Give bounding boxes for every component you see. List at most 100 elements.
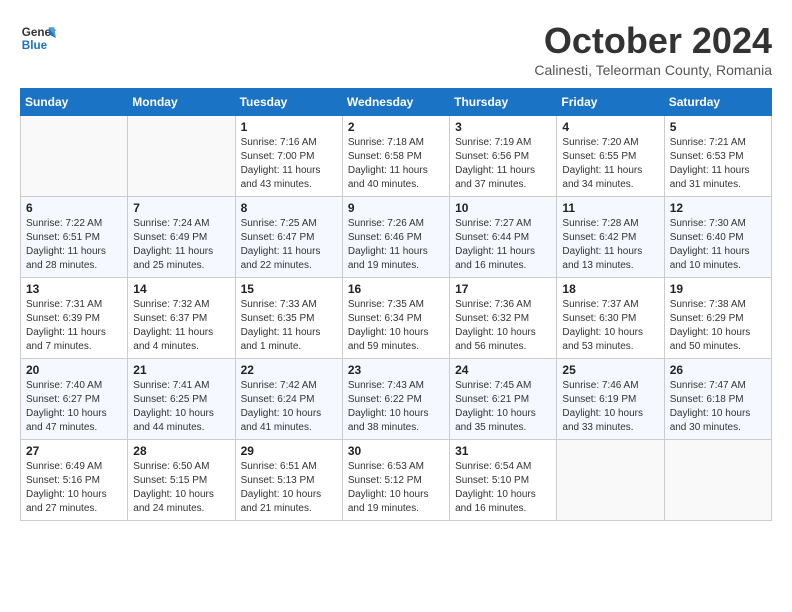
calendar-day: 14 Sunrise: 7:32 AM Sunset: 6:37 PM Dayli… <box>128 278 235 359</box>
day-info: Sunrise: 7:24 AM Sunset: 6:49 PM Dayligh… <box>133 217 229 273</box>
page-header: General Blue October 2024 Calinesti, Tel… <box>20 20 772 78</box>
day-info: Sunrise: 7:38 AM Sunset: 6:29 PM Dayligh… <box>670 298 766 354</box>
calendar-day: 16Sunrise: 7:35 AM Sunset: 6:34 PM Dayli… <box>342 278 449 359</box>
calendar-day: 1 Sunrise: 7:16 AM Sunset: 7:00 PM Daylig… <box>235 116 342 197</box>
day-number: 2 <box>348 120 444 134</box>
day-number: 8 <box>241 201 337 215</box>
weekday-header-wednesday: Wednesday <box>342 89 449 116</box>
calendar-week-1: 1 Sunrise: 7:16 AM Sunset: 7:00 PM Daylig… <box>21 116 772 197</box>
calendar-day: 19 Sunrise: 7:38 AM Sunset: 6:29 PM Dayli… <box>664 278 771 359</box>
weekday-header-sunday: Sunday <box>21 89 128 116</box>
day-info: Sunrise: 7:27 AM Sunset: 6:44 PM Dayligh… <box>455 217 551 273</box>
day-number: 26 <box>670 363 766 377</box>
calendar-body: 1 Sunrise: 7:16 AM Sunset: 7:00 PM Daylig… <box>21 116 772 521</box>
weekday-header-monday: Monday <box>128 89 235 116</box>
day-number: 20 <box>26 363 122 377</box>
day-info: Sunrise: 7:25 AM Sunset: 6:47 PM Dayligh… <box>241 217 337 273</box>
day-info: Sunrise: 7:16 AM Sunset: 7:00 PM Dayligh… <box>241 136 337 192</box>
day-info: Sunrise: 7:32 AM Sunset: 6:37 PM Dayligh… <box>133 298 229 354</box>
day-info: Sunrise: 7:31 AM Sunset: 6:39 PM Dayligh… <box>26 298 122 354</box>
calendar-day: 7 Sunrise: 7:24 AM Sunset: 6:49 PM Daylig… <box>128 197 235 278</box>
weekday-header-tuesday: Tuesday <box>235 89 342 116</box>
day-number: 7 <box>133 201 229 215</box>
day-number: 15 <box>241 282 337 296</box>
calendar-day <box>664 440 771 521</box>
calendar-day: 11 Sunrise: 7:28 AM Sunset: 6:42 PM Dayli… <box>557 197 664 278</box>
calendar-day: 9 Sunrise: 7:26 AM Sunset: 6:46 PM Daylig… <box>342 197 449 278</box>
day-number: 22 <box>241 363 337 377</box>
calendar-week-4: 20 Sunrise: 7:40 AM Sunset: 6:27 PM Dayli… <box>21 359 772 440</box>
calendar-day: 25Sunrise: 7:46 AM Sunset: 6:19 PM Dayli… <box>557 359 664 440</box>
calendar-week-3: 13 Sunrise: 7:31 AM Sunset: 6:39 PM Dayli… <box>21 278 772 359</box>
day-number: 23 <box>348 363 444 377</box>
calendar-day: 29Sunrise: 6:51 AM Sunset: 5:13 PM Dayli… <box>235 440 342 521</box>
calendar-table: SundayMondayTuesdayWednesdayThursdayFrid… <box>20 88 772 521</box>
day-info: Sunrise: 6:50 AM Sunset: 5:15 PM Dayligh… <box>133 460 229 516</box>
weekday-header-thursday: Thursday <box>450 89 557 116</box>
day-number: 25 <box>562 363 658 377</box>
calendar-day: 13 Sunrise: 7:31 AM Sunset: 6:39 PM Dayli… <box>21 278 128 359</box>
calendar-day: 8 Sunrise: 7:25 AM Sunset: 6:47 PM Daylig… <box>235 197 342 278</box>
location-subtitle: Calinesti, Teleorman County, Romania <box>534 62 772 78</box>
svg-text:Blue: Blue <box>22 39 48 52</box>
calendar-day: 10 Sunrise: 7:27 AM Sunset: 6:44 PM Dayli… <box>450 197 557 278</box>
day-number: 12 <box>670 201 766 215</box>
calendar-day: 17Sunrise: 7:36 AM Sunset: 6:32 PM Dayli… <box>450 278 557 359</box>
calendar-day: 2 Sunrise: 7:18 AM Sunset: 6:58 PM Daylig… <box>342 116 449 197</box>
calendar-day: 20 Sunrise: 7:40 AM Sunset: 6:27 PM Dayli… <box>21 359 128 440</box>
day-info: Sunrise: 7:40 AM Sunset: 6:27 PM Dayligh… <box>26 379 122 435</box>
day-info: Sunrise: 7:26 AM Sunset: 6:46 PM Dayligh… <box>348 217 444 273</box>
day-number: 6 <box>26 201 122 215</box>
day-number: 9 <box>348 201 444 215</box>
day-info: Sunrise: 7:30 AM Sunset: 6:40 PM Dayligh… <box>670 217 766 273</box>
day-number: 28 <box>133 444 229 458</box>
day-info: Sunrise: 6:49 AM Sunset: 5:16 PM Dayligh… <box>26 460 122 516</box>
day-number: 27 <box>26 444 122 458</box>
day-info: Sunrise: 7:28 AM Sunset: 6:42 PM Dayligh… <box>562 217 658 273</box>
day-info: Sunrise: 7:43 AM Sunset: 6:22 PM Dayligh… <box>348 379 444 435</box>
day-info: Sunrise: 7:18 AM Sunset: 6:58 PM Dayligh… <box>348 136 444 192</box>
weekday-header-row: SundayMondayTuesdayWednesdayThursdayFrid… <box>21 89 772 116</box>
calendar-day: 27 Sunrise: 6:49 AM Sunset: 5:16 PM Dayli… <box>21 440 128 521</box>
day-info: Sunrise: 6:54 AM Sunset: 5:10 PM Dayligh… <box>455 460 551 516</box>
calendar-day: 24Sunrise: 7:45 AM Sunset: 6:21 PM Dayli… <box>450 359 557 440</box>
day-number: 13 <box>26 282 122 296</box>
calendar-day: 21Sunrise: 7:41 AM Sunset: 6:25 PM Dayli… <box>128 359 235 440</box>
day-info: Sunrise: 7:20 AM Sunset: 6:55 PM Dayligh… <box>562 136 658 192</box>
calendar-day: 22 Sunrise: 7:42 AM Sunset: 6:24 PM Dayli… <box>235 359 342 440</box>
calendar-day: 12 Sunrise: 7:30 AM Sunset: 6:40 PM Dayli… <box>664 197 771 278</box>
day-number: 11 <box>562 201 658 215</box>
day-info: Sunrise: 7:47 AM Sunset: 6:18 PM Dayligh… <box>670 379 766 435</box>
calendar-day <box>557 440 664 521</box>
logo: General Blue <box>20 20 56 56</box>
day-info: Sunrise: 6:53 AM Sunset: 5:12 PM Dayligh… <box>348 460 444 516</box>
day-info: Sunrise: 7:19 AM Sunset: 6:56 PM Dayligh… <box>455 136 551 192</box>
calendar-week-2: 6Sunrise: 7:22 AM Sunset: 6:51 PM Daylig… <box>21 197 772 278</box>
title-block: October 2024 Calinesti, Teleorman County… <box>534 20 772 78</box>
calendar-header: SundayMondayTuesdayWednesdayThursdayFrid… <box>21 89 772 116</box>
weekday-header-saturday: Saturday <box>664 89 771 116</box>
weekday-header-friday: Friday <box>557 89 664 116</box>
day-number: 21 <box>133 363 229 377</box>
calendar-day: 23 Sunrise: 7:43 AM Sunset: 6:22 PM Dayli… <box>342 359 449 440</box>
day-number: 3 <box>455 120 551 134</box>
calendar-day: 4 Sunrise: 7:20 AM Sunset: 6:55 PM Daylig… <box>557 116 664 197</box>
day-info: Sunrise: 6:51 AM Sunset: 5:13 PM Dayligh… <box>241 460 337 516</box>
day-number: 5 <box>670 120 766 134</box>
day-number: 30 <box>348 444 444 458</box>
calendar-day: 15Sunrise: 7:33 AM Sunset: 6:35 PM Dayli… <box>235 278 342 359</box>
day-info: Sunrise: 7:21 AM Sunset: 6:53 PM Dayligh… <box>670 136 766 192</box>
calendar-day <box>21 116 128 197</box>
calendar-day: 3 Sunrise: 7:19 AM Sunset: 6:56 PM Daylig… <box>450 116 557 197</box>
day-info: Sunrise: 7:45 AM Sunset: 6:21 PM Dayligh… <box>455 379 551 435</box>
calendar-week-5: 27 Sunrise: 6:49 AM Sunset: 5:16 PM Dayli… <box>21 440 772 521</box>
day-number: 19 <box>670 282 766 296</box>
day-info: Sunrise: 7:35 AM Sunset: 6:34 PM Dayligh… <box>348 298 444 354</box>
day-number: 10 <box>455 201 551 215</box>
day-info: Sunrise: 7:42 AM Sunset: 6:24 PM Dayligh… <box>241 379 337 435</box>
day-number: 4 <box>562 120 658 134</box>
day-number: 1 <box>241 120 337 134</box>
day-number: 14 <box>133 282 229 296</box>
calendar-day: 28 Sunrise: 6:50 AM Sunset: 5:15 PM Dayli… <box>128 440 235 521</box>
day-number: 31 <box>455 444 551 458</box>
